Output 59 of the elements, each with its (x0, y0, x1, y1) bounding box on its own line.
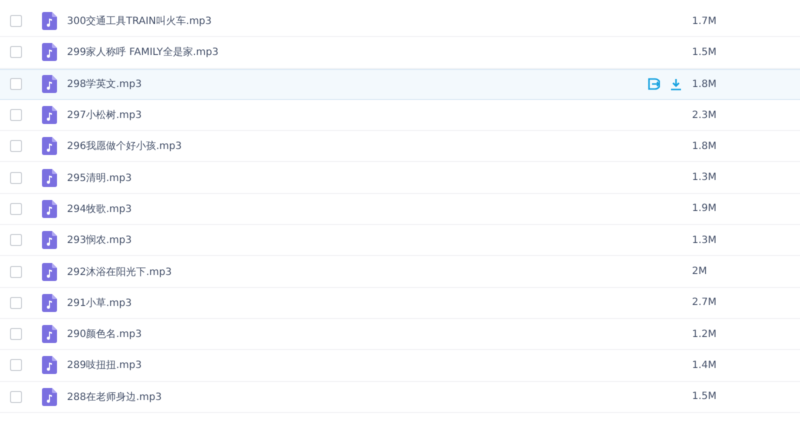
checkbox[interactable] (10, 296, 22, 309)
music-file-icon (42, 137, 57, 156)
checkbox[interactable] (10, 359, 22, 372)
file-size: 1.3M (692, 234, 718, 246)
file-name: 289吱扭扭.mp3 (67, 358, 143, 372)
file-name: 294牧歌.mp3 (67, 202, 133, 216)
file-name: 292沐浴在阳光下.mp3 (67, 266, 173, 279)
file-name: 300交通工具TRAIN叫火车.mp3 (67, 14, 213, 28)
file-size: 1.3M (692, 172, 718, 184)
file-name: 299家人称呼 FAMILY全是家.mp3 (67, 46, 220, 60)
file-size: 1.5M (692, 391, 718, 402)
file-size: 1.2M (692, 328, 718, 340)
checkbox[interactable] (10, 328, 22, 340)
file-size: 1.5M (692, 46, 718, 58)
checkbox[interactable] (10, 172, 22, 184)
music-file-icon (42, 168, 57, 187)
file-name: 293悯农.mp3 (67, 234, 133, 248)
download-button[interactable] (670, 78, 682, 91)
checkbox[interactable] (10, 390, 22, 403)
music-file-icon (42, 356, 57, 374)
music-file-icon (42, 200, 57, 218)
file-size: 1.8M (692, 140, 718, 152)
music-file-icon (42, 106, 57, 124)
checkbox[interactable] (10, 266, 22, 278)
file-size: 2.3M (692, 110, 718, 121)
music-file-icon (42, 294, 57, 312)
checkbox[interactable] (10, 15, 22, 28)
music-file-icon (42, 231, 57, 250)
file-name: 290颜色名.mp3 (67, 328, 143, 342)
file-name: 288在老师身边.mp3 (67, 390, 163, 404)
checkbox[interactable] (10, 46, 22, 58)
file-row[interactable]: 298学英文.mp3 1.8M (0, 68, 800, 100)
file-size: 1.4M (692, 360, 718, 371)
file-size: 1.7M (692, 16, 718, 27)
music-file-icon (42, 262, 57, 281)
download-icon (670, 78, 682, 91)
file-size: 1.9M (692, 203, 718, 214)
file-name: 297小松树.mp3 (67, 108, 143, 122)
checkbox[interactable] (10, 78, 22, 90)
checkbox[interactable] (10, 202, 22, 215)
file-name: 298学英文.mp3 (67, 78, 143, 92)
music-file-icon (42, 12, 57, 30)
file-row[interactable]: 288在老师身边.mp3 1.5M (0, 382, 800, 413)
checkbox[interactable] (10, 234, 22, 246)
file-size: 1.8M (692, 78, 718, 90)
music-file-icon (42, 325, 57, 344)
music-file-icon (42, 43, 57, 62)
file-row[interactable]: 291小草.mp3 2.7M (0, 288, 800, 319)
file-size: 2.7M (692, 297, 718, 308)
share-button[interactable] (647, 78, 660, 90)
checkbox[interactable] (10, 109, 22, 122)
file-size: 2M (692, 266, 708, 278)
file-name: 291小草.mp3 (67, 296, 133, 310)
music-file-icon (42, 75, 57, 94)
file-name: 296我愿做个好小孩.mp3 (67, 140, 183, 154)
checkbox[interactable] (10, 140, 22, 152)
music-file-icon (42, 388, 57, 406)
share-icon (647, 78, 660, 90)
file-name: 295清明.mp3 (67, 172, 133, 185)
